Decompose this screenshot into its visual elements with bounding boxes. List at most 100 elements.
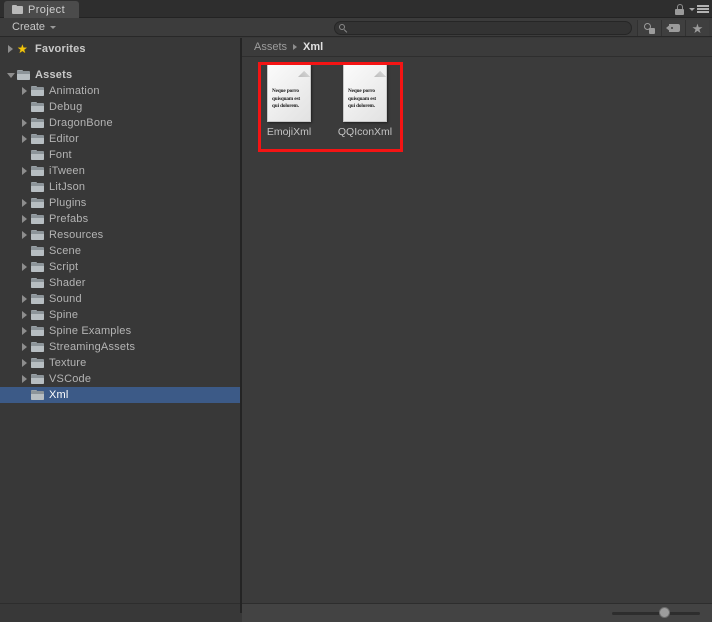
- tree-item-shader[interactable]: Shader: [0, 275, 240, 291]
- text-asset-icon: Neque porro quisquam est qui dolorem.: [267, 64, 311, 122]
- tree-item-label: Spine: [49, 309, 79, 321]
- chevron-right-icon[interactable]: [18, 163, 31, 179]
- tree-item-label: Scene: [49, 245, 82, 257]
- tree-twisty-placeholder: [18, 387, 31, 403]
- tree-item-vscode[interactable]: VSCode: [0, 371, 240, 387]
- chevron-right-icon[interactable]: [18, 259, 31, 275]
- tree-twisty-placeholder: [18, 147, 31, 163]
- chevron-right-icon[interactable]: [18, 211, 31, 227]
- chevron-right-icon[interactable]: [18, 227, 31, 243]
- asset-item[interactable]: Neque porro quisquam est qui dolorem. Emo…: [262, 64, 316, 138]
- tree-item-editor[interactable]: Editor: [0, 131, 240, 147]
- tree-item-label: Debug: [49, 101, 83, 113]
- search-field[interactable]: [334, 21, 632, 35]
- asset-preview-text: Neque porro quisquam est qui dolorem.: [348, 88, 377, 109]
- zoom-slider-track: [612, 612, 700, 615]
- chevron-right-icon[interactable]: [18, 339, 31, 355]
- window-titlebar: Project: [0, 0, 712, 18]
- search-input[interactable]: [350, 22, 620, 34]
- chevron-right-icon[interactable]: [18, 355, 31, 371]
- zoom-slider-knob[interactable]: [659, 607, 670, 618]
- asset-content-pane[interactable]: Assets Xml Neque porro quisquam est qui …: [242, 38, 712, 613]
- tab-project[interactable]: Project: [4, 1, 80, 18]
- chevron-right-icon[interactable]: [18, 83, 31, 99]
- tree-item-assets[interactable]: Assets: [0, 67, 240, 83]
- folder-icon: [31, 325, 44, 337]
- folder-icon: [31, 245, 44, 257]
- tree-item-label: Plugins: [49, 197, 87, 209]
- tree-item-sound[interactable]: Sound: [0, 291, 240, 307]
- filter-by-type-button[interactable]: [637, 20, 661, 36]
- tree-item-label: Xml: [49, 389, 69, 401]
- tree-item-scene[interactable]: Scene: [0, 243, 240, 259]
- star-icon: ★: [691, 20, 704, 36]
- folder-icon: [31, 293, 44, 305]
- create-button[interactable]: Create: [6, 19, 63, 35]
- tree-item-script[interactable]: Script: [0, 259, 240, 275]
- tree-item-label: Spine Examples: [49, 325, 132, 337]
- tree-item-label: LitJson: [49, 181, 86, 193]
- folder-icon: [31, 341, 44, 353]
- tree-item-prefabs[interactable]: Prefabs: [0, 211, 240, 227]
- tree-item-texture[interactable]: Texture: [0, 355, 240, 371]
- chevron-right-icon[interactable]: [18, 115, 31, 131]
- chevron-right-icon[interactable]: [18, 291, 31, 307]
- chevron-right-icon[interactable]: [18, 323, 31, 339]
- asset-preview-text: Neque porro quisquam est qui dolorem.: [272, 88, 301, 109]
- tree-item-font[interactable]: Font: [0, 147, 240, 163]
- lock-icon[interactable]: [675, 3, 684, 15]
- folder-icon: [31, 309, 44, 321]
- filter-by-label-button[interactable]: [661, 20, 685, 36]
- tree-item-label: Shader: [49, 277, 86, 289]
- folder-icon: [31, 389, 44, 401]
- tree-item-spine[interactable]: Spine: [0, 307, 240, 323]
- tab-project-label: Project: [28, 3, 66, 16]
- tree-item-label: Script: [49, 261, 79, 273]
- chevron-right-icon[interactable]: [18, 131, 31, 147]
- tree-item-favorites[interactable]: ★ Favorites: [0, 41, 240, 57]
- tree-item-label: Resources: [49, 229, 104, 241]
- folder-icon: [17, 69, 30, 81]
- breadcrumb-item-assets[interactable]: Assets: [254, 41, 287, 53]
- tree-rows: Assets Animation Debug DragonBone Editor Font…: [0, 67, 240, 403]
- status-bar-left: [0, 603, 240, 622]
- tree-item-animation[interactable]: Animation: [0, 83, 240, 99]
- chevron-right-icon[interactable]: [18, 307, 31, 323]
- folder-icon: [31, 277, 44, 289]
- tree-item-streamingassets[interactable]: StreamingAssets: [0, 339, 240, 355]
- filter-favorites-button[interactable]: ★: [685, 20, 709, 36]
- asset-item[interactable]: Neque porro quisquam est qui dolorem. QQI…: [338, 64, 392, 138]
- objects-icon: [643, 22, 656, 34]
- tree-item-debug[interactable]: Debug: [0, 99, 240, 115]
- tree-item-resources[interactable]: Resources: [0, 227, 240, 243]
- folder-icon: [31, 261, 44, 273]
- tree-item-label: Sound: [49, 293, 82, 305]
- tree-item-plugins[interactable]: Plugins: [0, 195, 240, 211]
- chevron-right-icon[interactable]: [18, 195, 31, 211]
- folder-icon: [31, 85, 44, 97]
- chevron-right-icon[interactable]: [18, 371, 31, 387]
- asset-item-label: EmojiXml: [266, 126, 312, 138]
- breadcrumb-item-current[interactable]: Xml: [303, 41, 323, 53]
- chevron-down-icon[interactable]: [4, 67, 17, 83]
- tree-item-label: Animation: [49, 85, 100, 97]
- tree-twisty-placeholder: [18, 275, 31, 291]
- tree-item-litjson[interactable]: LitJson: [0, 179, 240, 195]
- project-toolbar: Create ★: [0, 18, 712, 37]
- folder-icon: [31, 149, 44, 161]
- folder-icon: [31, 165, 44, 177]
- tree-item-dragonbone[interactable]: DragonBone: [0, 115, 240, 131]
- tree-item-label: iTween: [49, 165, 86, 177]
- tree-item-label: Assets: [35, 69, 73, 81]
- thumbnail-zoom-slider[interactable]: [612, 607, 700, 618]
- folder-icon: [31, 181, 44, 193]
- hamburger-menu-icon[interactable]: [689, 5, 709, 13]
- tree-twisty-placeholder: [18, 243, 31, 259]
- chevron-right-icon[interactable]: [4, 41, 17, 57]
- tree-item-itween[interactable]: iTween: [0, 163, 240, 179]
- create-button-label: Create: [12, 21, 46, 33]
- project-tree-pane[interactable]: ★ Favorites Assets Animation Debug DragonBo…: [0, 38, 240, 613]
- tree-item-xml[interactable]: Xml: [0, 387, 240, 403]
- tree-item-spine-examples[interactable]: Spine Examples: [0, 323, 240, 339]
